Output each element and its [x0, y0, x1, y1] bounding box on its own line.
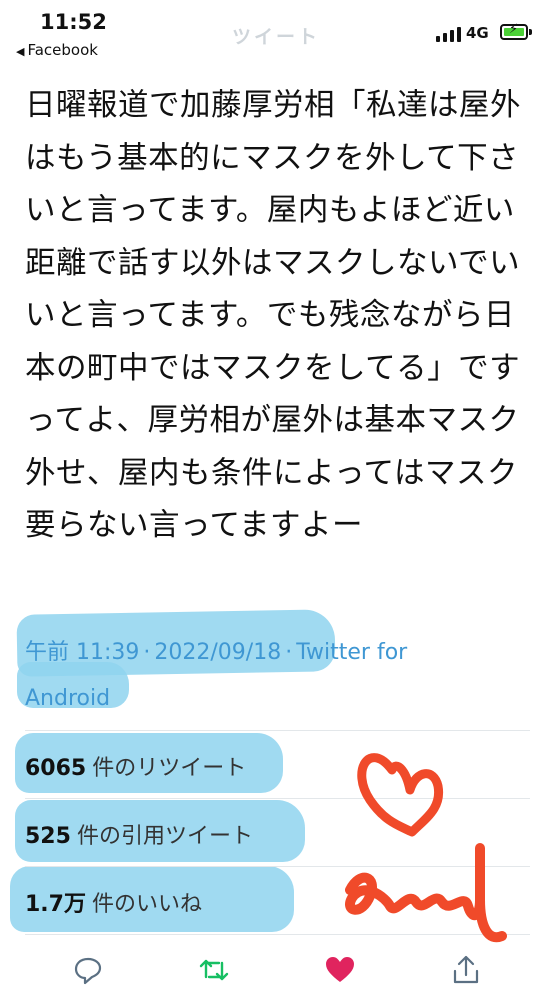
network-type: 4G: [466, 24, 489, 42]
back-app-label: Facebook: [27, 41, 98, 59]
likes-count: 1.7万: [25, 892, 86, 917]
scribble-squiggle: [345, 843, 507, 943]
quotes-count: 525: [25, 824, 71, 849]
quotes-label: 件の引用ツイート: [76, 824, 253, 849]
status-time: 11:52: [40, 10, 107, 34]
retweet-icon[interactable]: [197, 953, 231, 987]
tweet-date: 2022/09/18: [154, 640, 282, 665]
meta-separator: ·: [143, 640, 151, 665]
action-bar: [0, 940, 555, 1000]
retweets-stat[interactable]: 6065 件のリツイート: [25, 750, 246, 782]
share-icon[interactable]: [449, 953, 483, 987]
header-title: ツイート: [232, 26, 321, 48]
battery-icon: ⚡: [500, 23, 528, 40]
quotes-stat[interactable]: 525 件の引用ツイート: [25, 818, 253, 850]
retweets-label: 件のリツイート: [92, 756, 247, 781]
like-icon[interactable]: [323, 953, 357, 987]
signal-icon: [436, 26, 462, 42]
tweet-meta: 午前 11:39 · 2022/09/18 · Twitter for Android: [25, 630, 465, 722]
scribble-drawing: [345, 753, 507, 943]
tweet-time: 午前 11:39: [25, 640, 140, 665]
retweets-count: 6065: [25, 756, 87, 781]
likes-label: 件のいいね: [91, 892, 202, 917]
status-bar: 11:52 ◀ Facebook ツイート 4G ⚡: [0, 0, 555, 66]
back-triangle-icon: ◀: [16, 45, 25, 58]
meta-separator: ·: [285, 640, 293, 665]
likes-stat[interactable]: 1.7万 件のいいね: [25, 886, 202, 918]
scribble-heart: [357, 753, 444, 837]
back-to-app-button[interactable]: ◀ Facebook: [16, 41, 98, 59]
reply-icon[interactable]: [71, 953, 105, 987]
battery-tip: [529, 29, 532, 35]
tweet-text: 日曜報道で加藤厚労相「私達は屋外はもう基本的にマスクを外して下さいと言ってます。…: [25, 88, 521, 543]
